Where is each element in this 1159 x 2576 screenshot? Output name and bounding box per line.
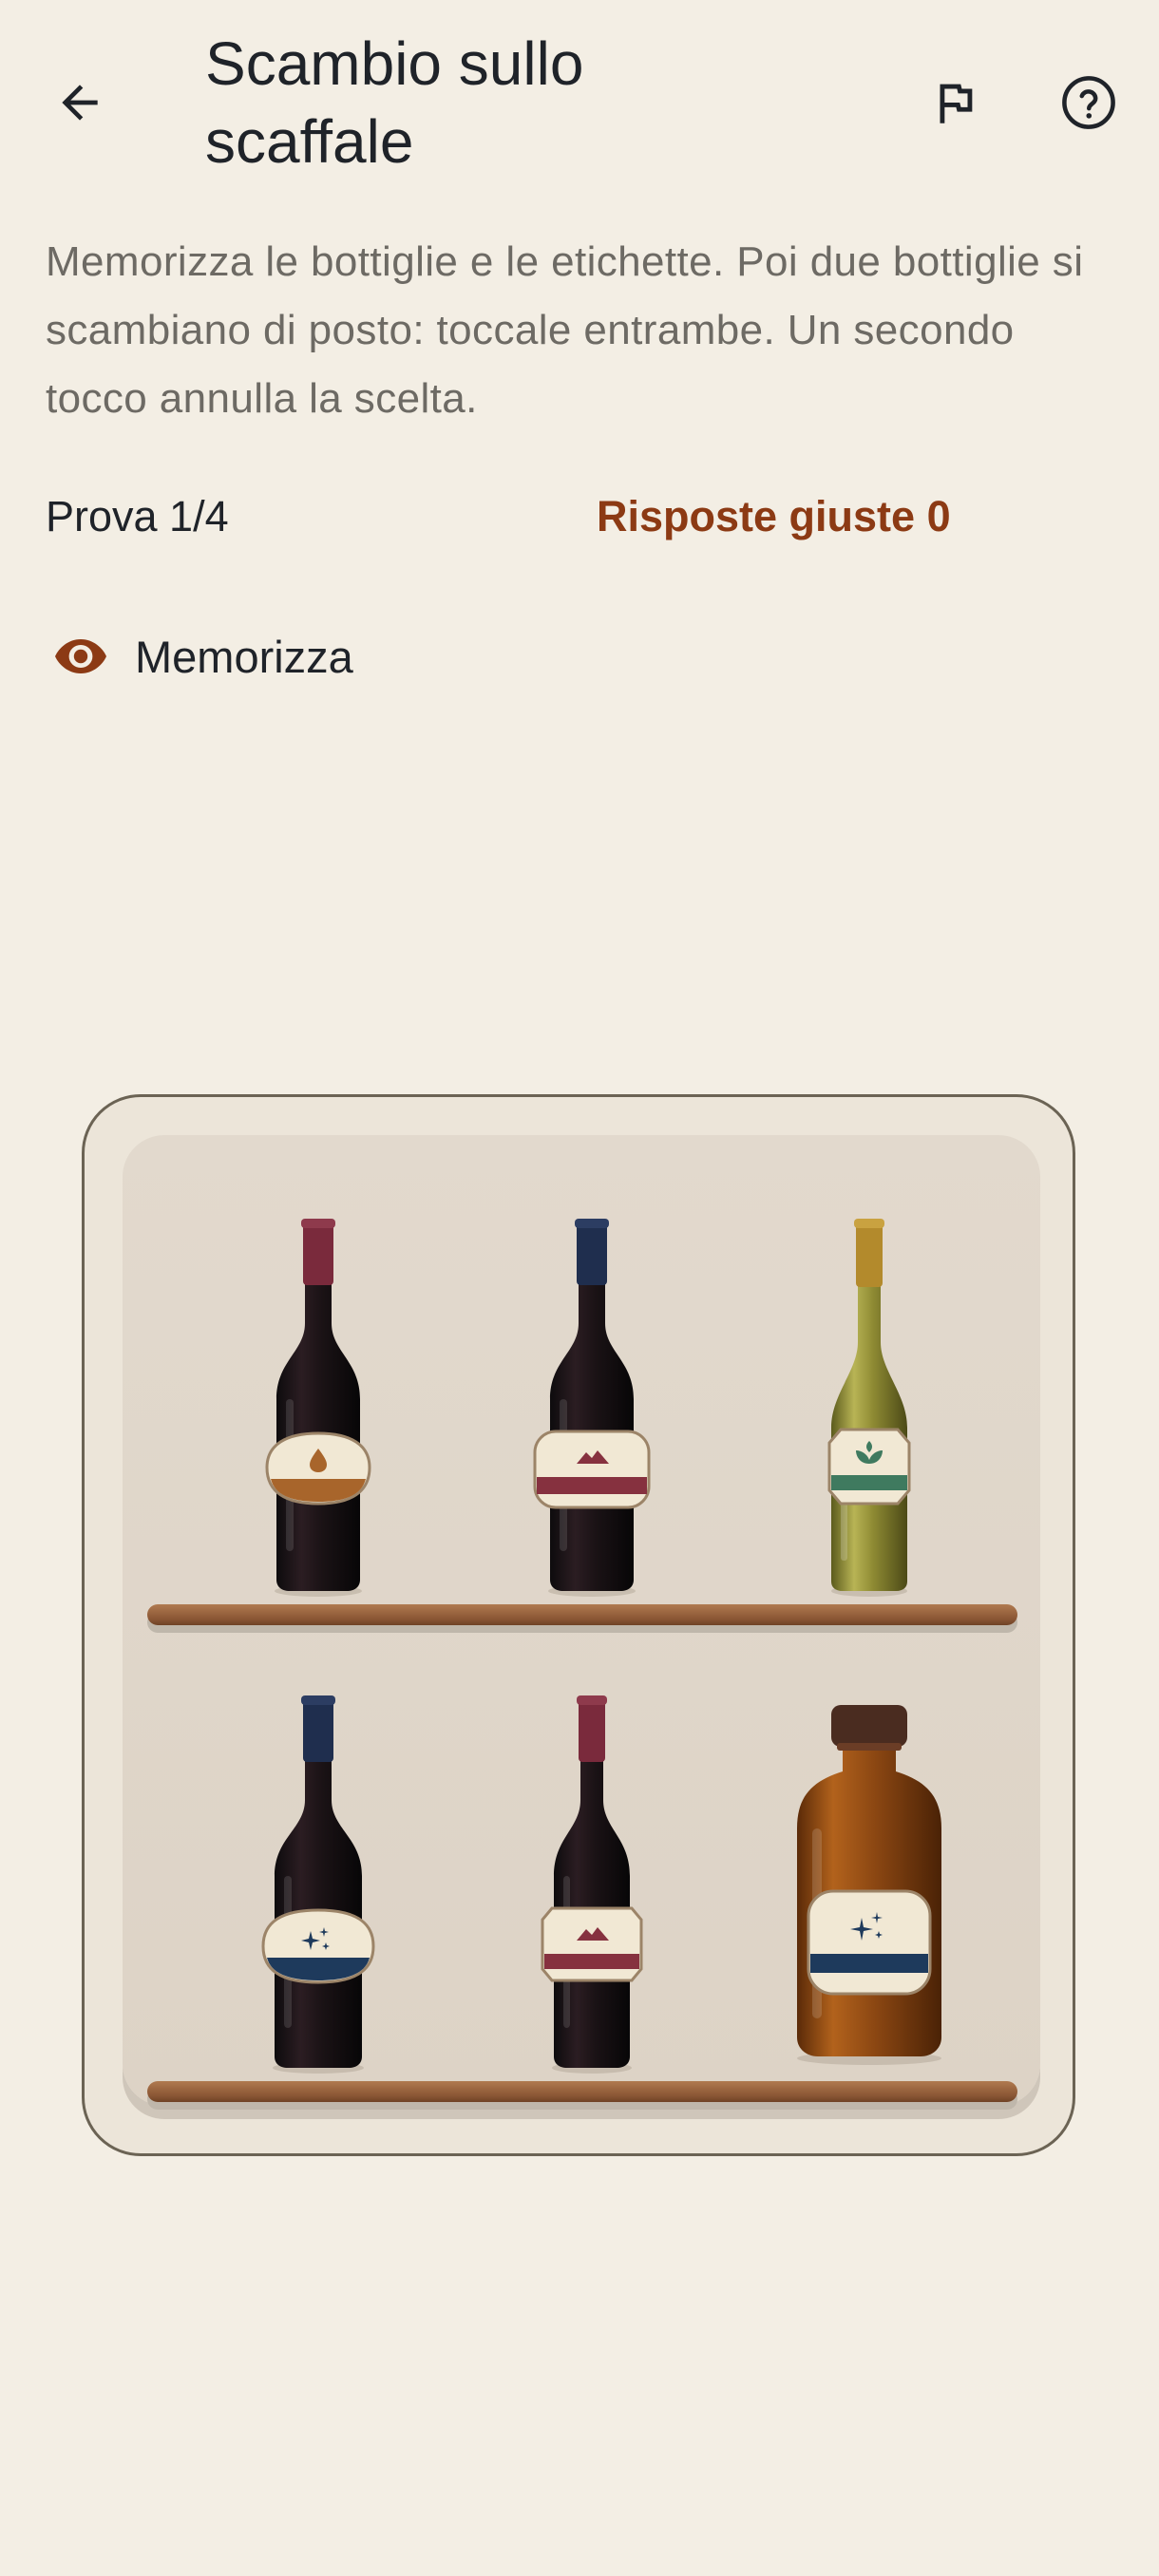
attempt-counter: Prova 1/4 bbox=[46, 492, 229, 540]
report-button[interactable] bbox=[908, 57, 999, 148]
back-button[interactable] bbox=[34, 57, 125, 148]
instructions-text: Memorizza le bottiglie e le etichette. P… bbox=[46, 238, 1084, 422]
shelf-swap-screen: Scambio sullo scaffale Memorizza le bott… bbox=[0, 0, 1159, 2576]
help-circle-icon bbox=[1062, 76, 1115, 129]
shelf-plank-top bbox=[147, 1604, 1017, 1625]
phase-label: Memorizza bbox=[135, 631, 353, 682]
help-button[interactable] bbox=[1043, 57, 1134, 148]
shelf-inner bbox=[123, 1135, 1040, 2106]
bottle-r2-c3[interactable] bbox=[784, 1705, 955, 2066]
score-counter: Risposte giuste 0 bbox=[597, 492, 951, 540]
flag-icon bbox=[940, 84, 973, 123]
shelf-plank-bottom bbox=[147, 2081, 1017, 2102]
arrow-left-icon bbox=[62, 85, 98, 121]
eye-icon bbox=[55, 639, 106, 673]
page-title: Scambio sullo scaffale bbox=[205, 29, 584, 176]
bottle-r2-c2[interactable] bbox=[525, 1695, 658, 2075]
phase-indicator: Memorizza bbox=[53, 627, 353, 686]
bottle-r1-c1[interactable] bbox=[252, 1219, 385, 1599]
bottle-r1-c2[interactable] bbox=[525, 1219, 658, 1599]
bottle-r2-c1[interactable] bbox=[248, 1695, 389, 2075]
shelf-board bbox=[82, 1094, 1075, 2156]
top-app-bar: Scambio sullo scaffale bbox=[0, 0, 1159, 190]
bottle-r1-c3[interactable] bbox=[803, 1219, 936, 1599]
